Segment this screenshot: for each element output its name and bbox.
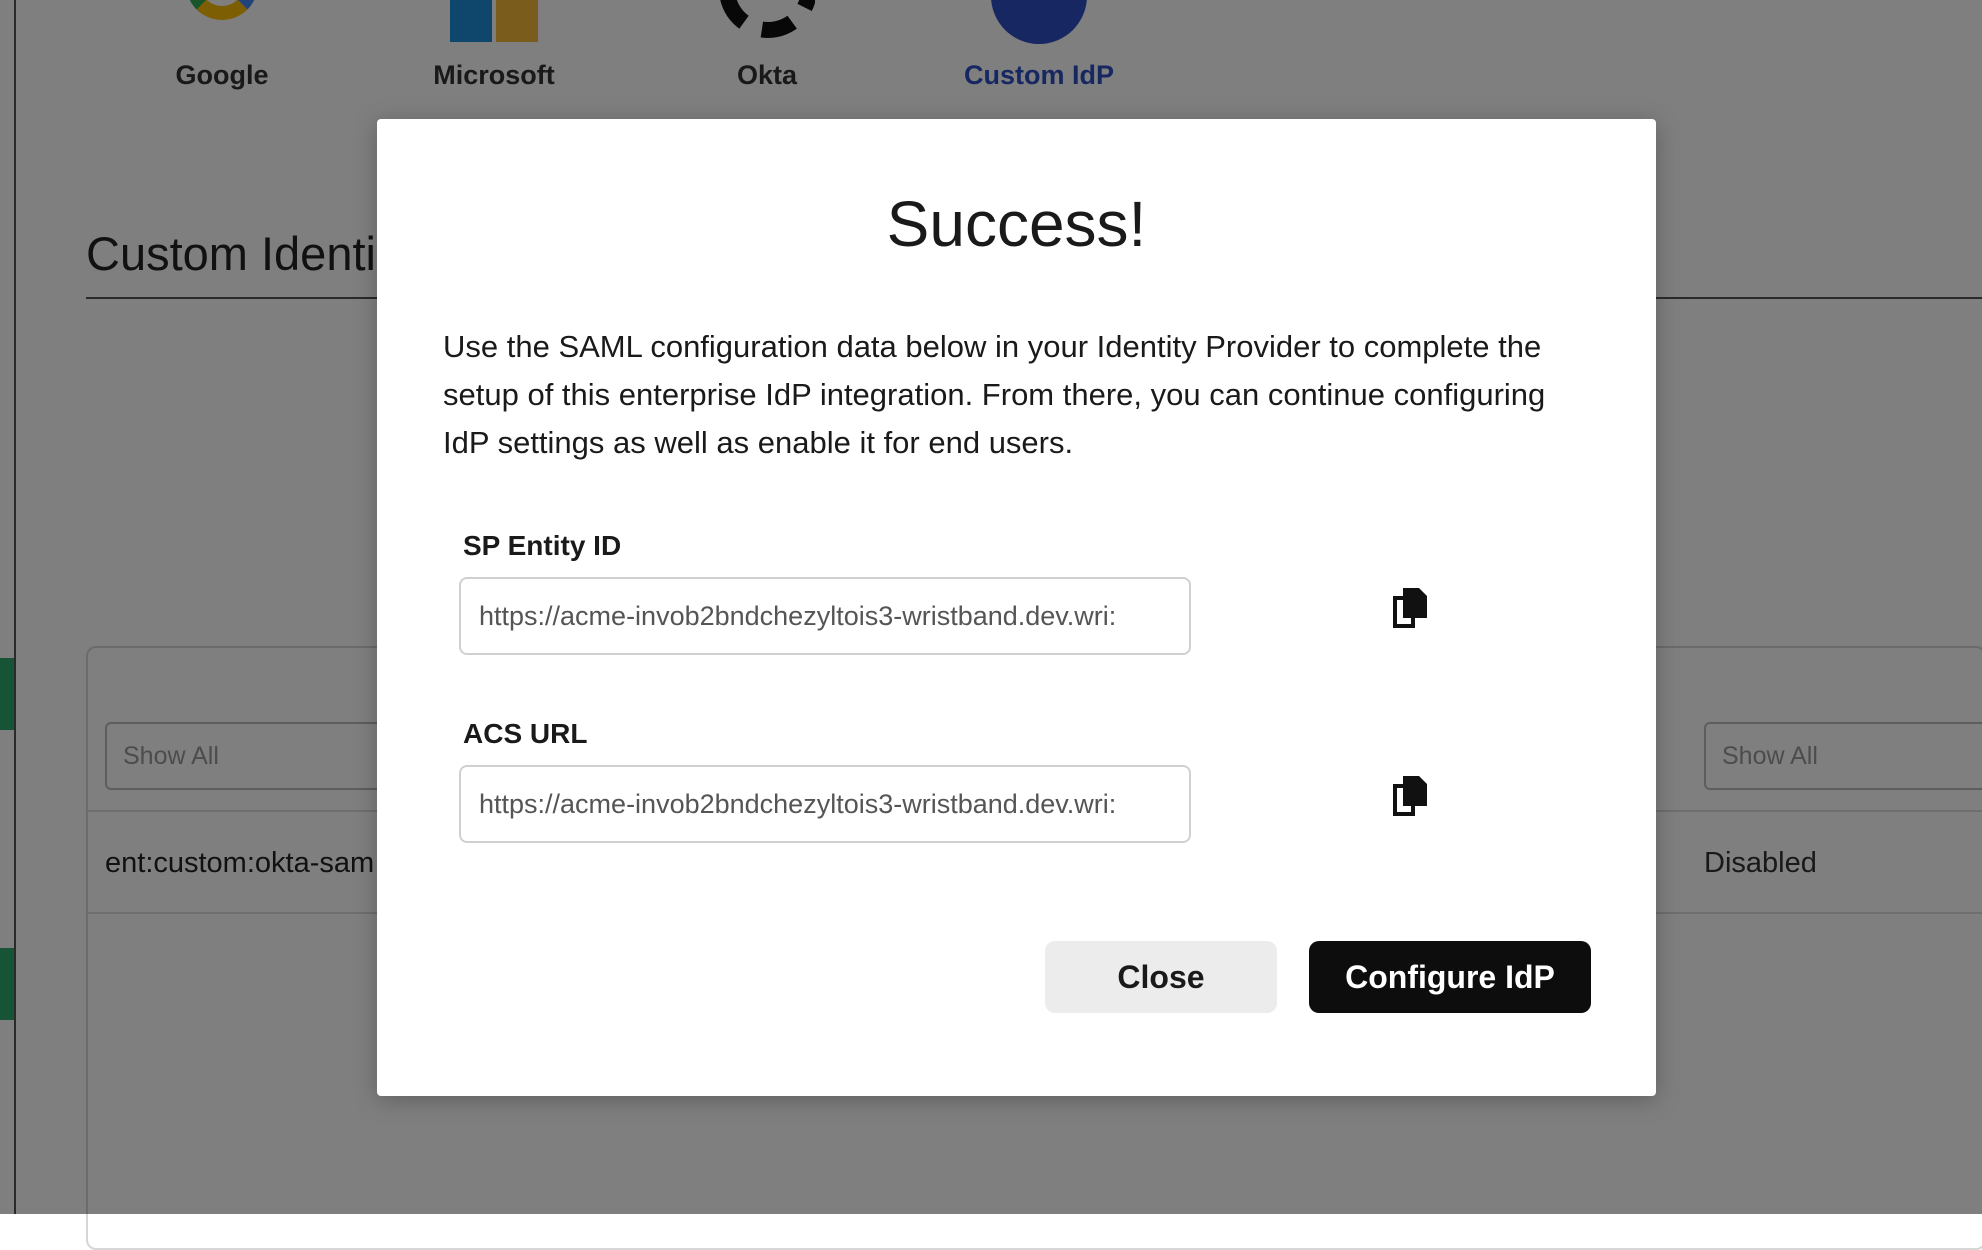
copy-icon — [1393, 587, 1427, 628]
success-modal: Success! Use the SAML configuration data… — [377, 119, 1656, 1096]
modal-title: Success! — [886, 188, 1147, 260]
copy-icon — [1393, 775, 1427, 816]
acs-url-field[interactable] — [459, 765, 1191, 843]
close-button[interactable]: Close — [1045, 941, 1277, 1013]
acs-url-label: ACS URL — [463, 718, 588, 749]
copy-acs-url-button[interactable] — [1387, 773, 1435, 821]
sp-entity-id-field[interactable] — [459, 577, 1191, 655]
configure-idp-button[interactable]: Configure IdP — [1309, 941, 1591, 1013]
copy-sp-entity-id-button[interactable] — [1387, 585, 1435, 633]
sp-entity-id-label: SP Entity ID — [463, 530, 622, 561]
modal-description: Use the SAML configuration data below in… — [443, 329, 1546, 460]
